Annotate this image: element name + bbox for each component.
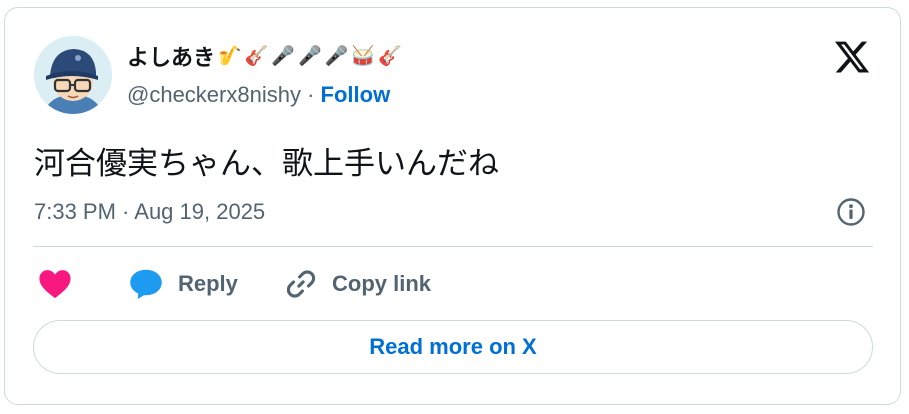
copy-link-button[interactable]: Copy link [284,266,431,302]
author-handle-row: @checkerx8nishy · Follow [127,82,390,108]
like-button[interactable] [38,266,72,302]
reply-button[interactable]: Reply [128,266,238,302]
author-display-name: よしあき [127,45,216,70]
copy-link-label: Copy link [332,271,432,296]
reply-label: Reply [178,271,238,296]
link-icon [286,270,316,298]
separator-dot: · [307,82,315,107]
guitar-icon: 🎸 [244,45,269,67]
read-more-button[interactable]: Read more on X [33,320,873,374]
author-handle[interactable]: @checkerx8nishy [127,82,301,107]
microphone-icon: 🎤 [324,45,349,67]
reply-bubble-icon [130,269,162,299]
author-name-row[interactable]: よしあき 🎷 🎸 🎤 🎤 🎤 🥁 🎸 [127,40,402,72]
divider [33,246,873,247]
microphone-icon: 🎤 [298,45,322,67]
post-text: 河合優実ちゃん、歌上手いんだね [34,146,499,182]
info-icon[interactable] [836,197,866,227]
avatar[interactable] [34,36,112,114]
follow-button[interactable]: Follow [321,82,391,107]
guitar-icon: 🎸 [378,45,402,67]
post-timestamp[interactable]: 7:33 PM · Aug 19, 2025 [34,199,265,225]
microphone-icon: 🎤 [271,45,296,67]
heart-icon [39,270,71,299]
read-more-label: Read more on X [369,334,537,359]
x-logo-icon[interactable] [833,38,871,76]
saxophone-icon: 🎷 [218,45,242,67]
drum-icon: 🥁 [351,45,376,67]
avatar-cap-glasses-icon [34,36,112,114]
